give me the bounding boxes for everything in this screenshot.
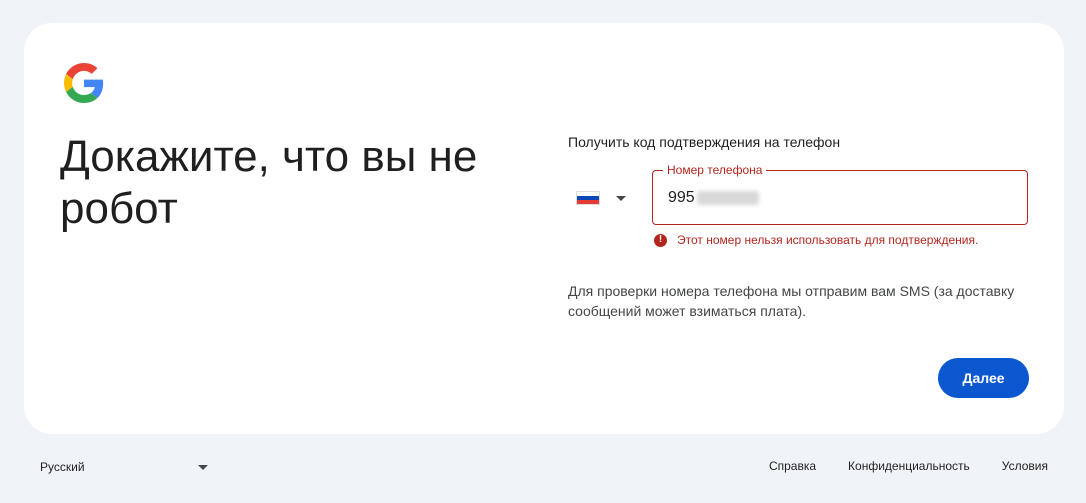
chevron-down-icon <box>616 195 626 201</box>
footer: Русский Справка Конфиденциальность Услов… <box>0 452 1086 482</box>
phone-number-value: 995 <box>668 189 695 206</box>
error-icon: ! <box>654 233 667 247</box>
next-button[interactable]: Далее <box>938 358 1029 398</box>
terms-link[interactable]: Условия <box>1002 459 1048 473</box>
russia-flag-icon <box>576 191 600 205</box>
phone-number-label: Номер телефона <box>663 163 767 177</box>
sms-note: Для проверки номера телефона мы отправим… <box>568 283 1015 319</box>
error-message: ! Этот номер нельзя использовать для под… <box>654 233 978 247</box>
country-selector[interactable] <box>576 180 640 216</box>
language-label: Русский <box>40 460 85 474</box>
footer-links: Справка Конфиденциальность Условия <box>769 459 1048 473</box>
masked-digits <box>696 191 759 205</box>
signin-card: Докажите, что вы не робот Получить код п… <box>24 23 1064 434</box>
help-link[interactable]: Справка <box>769 459 816 473</box>
google-logo-icon <box>64 63 104 103</box>
page-title: Докажите, что вы не робот <box>60 132 478 233</box>
privacy-link[interactable]: Конфиденциальность <box>848 459 970 473</box>
error-text: Этот номер нельзя использовать для подтв… <box>677 233 979 247</box>
phone-number-field[interactable]: Номер телефона 995 <box>652 163 1028 225</box>
language-selector[interactable]: Русский <box>40 459 208 475</box>
instruction-text: Получить код подтверждения на телефон <box>568 134 841 150</box>
chevron-down-icon <box>198 464 208 470</box>
